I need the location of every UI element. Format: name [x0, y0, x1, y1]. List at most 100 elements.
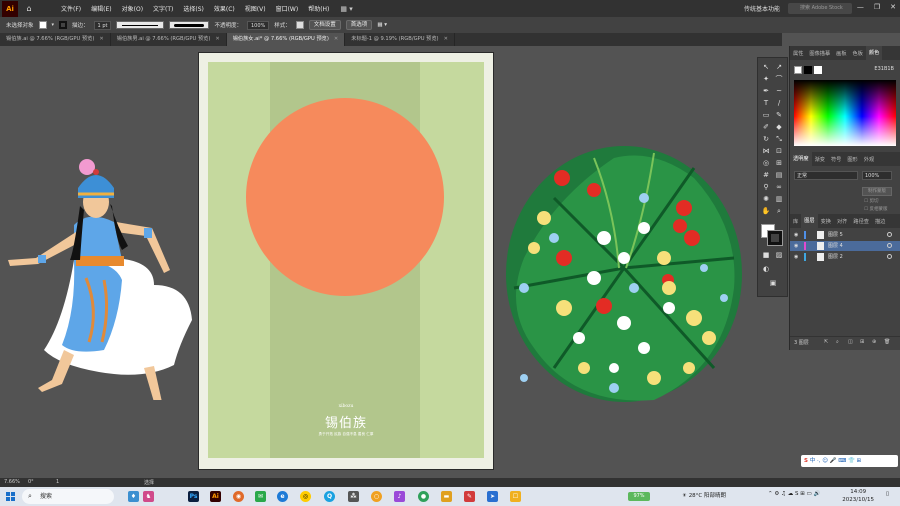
clipping-mask-icon[interactable]: ◫: [848, 339, 853, 345]
curvature-tool-icon[interactable]: ~: [774, 86, 784, 96]
chrome-icon[interactable]: ◎: [300, 491, 311, 502]
stroke-swatch[interactable]: [59, 21, 68, 29]
invert-mask-checkbox[interactable]: ☐ 反相蒙版: [864, 206, 887, 212]
tab-libraries[interactable]: 库: [790, 218, 801, 225]
tab-properties[interactable]: 属性: [790, 50, 806, 57]
visibility-eye-icon[interactable]: ◉: [794, 252, 798, 262]
tab-symbols[interactable]: 符号: [828, 156, 844, 163]
notification-icon[interactable]: ▯: [886, 491, 889, 497]
stroke-color-box[interactable]: [767, 230, 783, 246]
scale-tool-icon[interactable]: ⤡: [774, 134, 784, 144]
rotate-tool-icon[interactable]: ↻: [761, 134, 771, 144]
visibility-eye-icon[interactable]: ◉: [794, 241, 798, 251]
artboard[interactable]: xibozu 锡伯族 勇于开拓 民族 自强不息 善良 仁厚: [198, 52, 494, 470]
opacity-field[interactable]: 100%: [246, 20, 270, 30]
color-spectrum[interactable]: [794, 80, 896, 146]
workspace-switcher[interactable]: 传统基本功能: [744, 4, 780, 13]
free-transform-tool-icon[interactable]: ⊡: [774, 146, 784, 156]
tab-document-3[interactable]: 锡伯族女.ai* @ 7.66% (RGB/GPU 预览) ✕: [226, 33, 346, 46]
type-tool-icon[interactable]: T: [761, 98, 771, 108]
tab-document-1[interactable]: 锡伯族.ai @ 7.66% (RGB/GPU 预览) ✕: [0, 33, 111, 46]
target-circle-icon[interactable]: [887, 254, 892, 259]
weather-widget[interactable]: ☀ 28°C 阳部晴朗: [682, 491, 726, 499]
mesh-tool-icon[interactable]: #: [761, 170, 771, 180]
close-tab-icon[interactable]: ✕: [215, 36, 219, 42]
tab-align[interactable]: 对齐: [834, 218, 850, 225]
layer-row[interactable]: ◉ 图层 5: [790, 230, 900, 240]
flower-bouquet-illustration[interactable]: [494, 138, 750, 410]
artboard-number[interactable]: 1: [56, 479, 59, 485]
menu-help[interactable]: 帮助(H): [303, 4, 334, 13]
new-layer-icon[interactable]: ⊕: [872, 339, 876, 345]
wechat-icon[interactable]: ✉: [255, 491, 266, 502]
symbol-sprayer-tool-icon[interactable]: ✺: [761, 194, 771, 204]
clip-checkbox[interactable]: ☐ 剪切: [864, 198, 878, 204]
poster-sun-circle[interactable]: [246, 98, 444, 296]
minimize-icon[interactable]: —: [857, 3, 864, 11]
graphic-style-swatch[interactable]: [295, 21, 304, 29]
close-tab-icon[interactable]: ✕: [334, 36, 338, 42]
selection-tool-icon[interactable]: ↖: [761, 62, 771, 72]
tab-layers[interactable]: 图层: [801, 214, 818, 228]
layer-row[interactable]: ◉ 图层 4: [790, 241, 900, 251]
target-circle-icon[interactable]: [887, 243, 892, 248]
tab-gradient[interactable]: 渐变: [812, 156, 828, 163]
gradient-mode-icon[interactable]: ▨: [774, 250, 784, 260]
zoom-tool-icon[interactable]: ⌕: [774, 206, 784, 216]
green-app-icon[interactable]: ●: [418, 491, 429, 502]
layer-name[interactable]: 图层 5: [828, 230, 843, 240]
rotation-value[interactable]: 0°: [28, 479, 34, 485]
hand-tool-icon[interactable]: ✋: [761, 206, 771, 216]
game-app-icon[interactable]: ♦: [128, 491, 139, 502]
stroke-weight-field[interactable]: 1 pt: [93, 20, 112, 30]
rectangle-tool-icon[interactable]: ▭: [761, 110, 771, 120]
taskbar-search-box[interactable]: ⌕ 搜索: [22, 489, 114, 504]
battery-indicator[interactable]: 97%: [628, 492, 650, 501]
menu-edit[interactable]: 编辑(E): [86, 4, 116, 13]
toolbox-app-icon[interactable]: ☐: [510, 491, 521, 502]
tab-pathfinder[interactable]: 路径查: [850, 218, 872, 225]
arrange-icon[interactable]: ▦ ▾: [377, 22, 387, 28]
blend-tool-icon[interactable]: ∞: [774, 182, 784, 192]
magic-wand-tool-icon[interactable]: ✦: [761, 74, 771, 84]
poster[interactable]: xibozu 锡伯族 勇于开拓 民族 自强不息 善良 仁厚: [208, 62, 484, 458]
close-tab-icon[interactable]: ✕: [99, 36, 103, 42]
width-tool-icon[interactable]: ⋈: [761, 146, 771, 156]
hex-value[interactable]: E31B1B: [874, 66, 894, 72]
close-icon[interactable]: ✕: [890, 3, 896, 11]
eraser-tool-icon[interactable]: ◆: [774, 122, 784, 132]
document-setup-button[interactable]: 文档设置: [308, 20, 341, 30]
layer-name[interactable]: 图层 2: [828, 252, 843, 262]
tab-transparency[interactable]: 透明度: [790, 152, 812, 166]
new-sublayer-icon[interactable]: ⊞: [860, 339, 864, 345]
delete-layer-icon[interactable]: 🗑: [884, 339, 890, 345]
brush-definition[interactable]: [169, 21, 210, 29]
ime-toolbar[interactable]: S 中 ·, ☺ 🎤 ⌨ 👕 ⊞: [801, 455, 898, 467]
tab-swatches[interactable]: 色板: [850, 50, 866, 57]
photoshop-icon[interactable]: Ps: [188, 491, 199, 502]
locate-object-icon[interactable]: ⌕: [836, 339, 839, 345]
fill-dropdown-icon[interactable]: ▾: [52, 22, 55, 28]
collect-export-icon[interactable]: ⇱: [824, 339, 828, 345]
edge-icon[interactable]: e: [277, 491, 288, 502]
windows-start-icon[interactable]: [6, 492, 15, 501]
tab-transform[interactable]: 变换: [818, 218, 834, 225]
paint-app-icon[interactable]: ✎: [464, 491, 475, 502]
maximize-icon[interactable]: ❐: [874, 3, 880, 11]
menu-view[interactable]: 视图(V): [240, 4, 271, 13]
shape-builder-tool-icon[interactable]: ◎: [761, 158, 771, 168]
tab-stroke[interactable]: 描边: [872, 218, 888, 225]
dancer-illustration[interactable]: [4, 110, 200, 400]
bike-app-icon[interactable]: ♞: [143, 491, 154, 502]
fill-swatch[interactable]: [38, 21, 47, 29]
black-swatch[interactable]: [804, 66, 812, 74]
layer-name[interactable]: 图层 4: [828, 241, 843, 251]
menu-select[interactable]: 选择(S): [178, 4, 209, 13]
draw-mode-icon[interactable]: ◐: [761, 264, 771, 274]
tab-color[interactable]: 颜色: [865, 46, 883, 60]
line-tool-icon[interactable]: /: [774, 98, 784, 108]
illustrator-taskbar-icon[interactable]: Ai: [210, 491, 221, 502]
direct-selection-tool-icon[interactable]: ↗: [774, 62, 784, 72]
music-app-icon[interactable]: ♪: [394, 491, 405, 502]
zoom-level[interactable]: 7.66%: [4, 479, 20, 485]
